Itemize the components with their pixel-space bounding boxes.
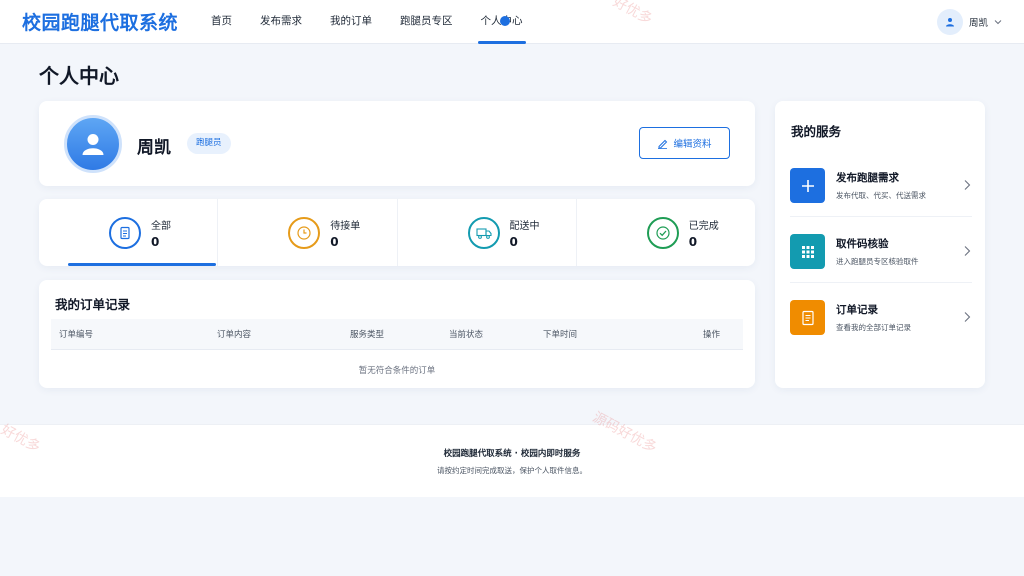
footer: 校园跑腿代取系统 · 校园内即时服务 请按约定时间完成取送，保护个人取件信息。 xyxy=(0,424,1024,497)
service-title: 取件码核验 xyxy=(836,238,889,250)
nav-runner-zone[interactable]: 跑腿员专区 xyxy=(389,0,464,44)
stat-value: 0 xyxy=(688,234,698,249)
cursor-dot xyxy=(499,16,510,26)
truck-icon xyxy=(467,216,500,249)
column-header: 订单编号 xyxy=(59,330,94,340)
service-title: 发布跑腿需求 xyxy=(836,172,899,184)
column-header: 操作 xyxy=(703,330,721,340)
stat-label: 已完成 xyxy=(688,220,719,232)
nav-my-orders[interactable]: 我的订单 xyxy=(319,0,383,44)
top-navbar: 校园跑腿代取系统 首页 发布需求 我的订单 跑腿员专区 个人中心 周凯 xyxy=(0,0,1024,44)
user-icon xyxy=(82,134,104,155)
services-title: 我的服务 xyxy=(791,124,842,139)
chevron-right-icon xyxy=(964,180,971,190)
order-stats: 全部 0 待接单 0 配送中 0 已完成 0 xyxy=(39,199,755,266)
footer-note: 请按约定时间完成取送，保护个人取件信息。 xyxy=(437,466,587,475)
service-order-records[interactable]: 订单记录 查看我的全部订单记录 xyxy=(790,283,972,349)
page-title: 个人中心 xyxy=(39,64,119,88)
service-publish[interactable]: 发布跑腿需求 发布代取、代买、代送需求 xyxy=(790,151,972,217)
plus-icon xyxy=(790,168,825,203)
edit-profile-button[interactable]: 编辑资料 xyxy=(639,127,730,159)
user-menu[interactable]: 周凯 xyxy=(936,9,1002,35)
column-header: 下单时间 xyxy=(543,330,578,340)
stat-all[interactable]: 全部 0 xyxy=(39,199,219,266)
service-desc: 发布代取、代买、代送需求 xyxy=(836,191,926,200)
user-avatar-icon xyxy=(936,9,963,35)
stat-completed[interactable]: 已完成 0 xyxy=(577,199,755,266)
column-header: 当前状态 xyxy=(449,330,484,340)
nav-publish[interactable]: 发布需求 xyxy=(249,0,313,44)
role-badge: 跑腿员 xyxy=(187,133,231,154)
column-header: 订单内容 xyxy=(217,330,252,340)
chevron-right-icon xyxy=(964,312,971,322)
column-header: 服务类型 xyxy=(350,330,385,340)
service-code-verify[interactable]: 取件码核验 进入跑腿员专区核验取件 xyxy=(790,217,972,283)
main-nav: 首页 发布需求 我的订单 跑腿员专区 个人中心 xyxy=(200,0,540,44)
grid-icon xyxy=(790,234,825,269)
stat-label: 全部 xyxy=(151,220,171,232)
list-icon xyxy=(790,300,825,335)
service-title: 订单记录 xyxy=(836,304,878,316)
order-records-card: 我的订单记录 订单编号 订单内容 服务类型 当前状态 下单时间 操作 暂无符合条… xyxy=(39,280,755,388)
clock-icon xyxy=(288,216,321,249)
stat-delivering[interactable]: 配送中 0 xyxy=(398,199,577,266)
footer-title: 校园跑腿代取系统 · 校园内即时服务 xyxy=(443,449,581,459)
chevron-down-icon xyxy=(994,20,1002,25)
stat-pending[interactable]: 待接单 0 xyxy=(218,199,398,266)
brand-logo[interactable]: 校园跑腿代取系统 xyxy=(22,8,178,35)
stat-value: 0 xyxy=(151,234,160,249)
empty-state: 暂无符合条件的订单 xyxy=(358,366,436,376)
stat-value: 0 xyxy=(509,234,518,249)
service-desc: 进入跑腿员专区核验取件 xyxy=(836,257,919,266)
stat-value: 0 xyxy=(330,234,339,249)
my-services-card: 我的服务 发布跑腿需求 发布代取、代买、代送需求 取件码核验 进入跑腿员专区核验… xyxy=(775,101,985,388)
edit-profile-label: 编辑资料 xyxy=(673,139,712,150)
nav-profile[interactable]: 个人中心 xyxy=(470,0,534,44)
stat-label: 待接单 xyxy=(330,220,361,232)
document-icon xyxy=(109,216,141,249)
pencil-icon xyxy=(658,139,668,149)
nav-home[interactable]: 首页 xyxy=(200,0,243,44)
check-circle-icon xyxy=(646,216,679,249)
user-name: 周凯 xyxy=(968,18,988,29)
profile-name: 周凯 xyxy=(137,138,171,158)
profile-card: 周凯 跑腿员 编辑资料 xyxy=(39,101,755,186)
chevron-right-icon xyxy=(964,246,971,256)
service-desc: 查看我的全部订单记录 xyxy=(836,323,911,332)
orders-title: 我的订单记录 xyxy=(55,297,131,312)
avatar xyxy=(64,115,122,173)
table-header: 订单编号 订单内容 服务类型 当前状态 下单时间 操作 xyxy=(51,319,743,350)
stat-label: 配送中 xyxy=(509,220,540,232)
